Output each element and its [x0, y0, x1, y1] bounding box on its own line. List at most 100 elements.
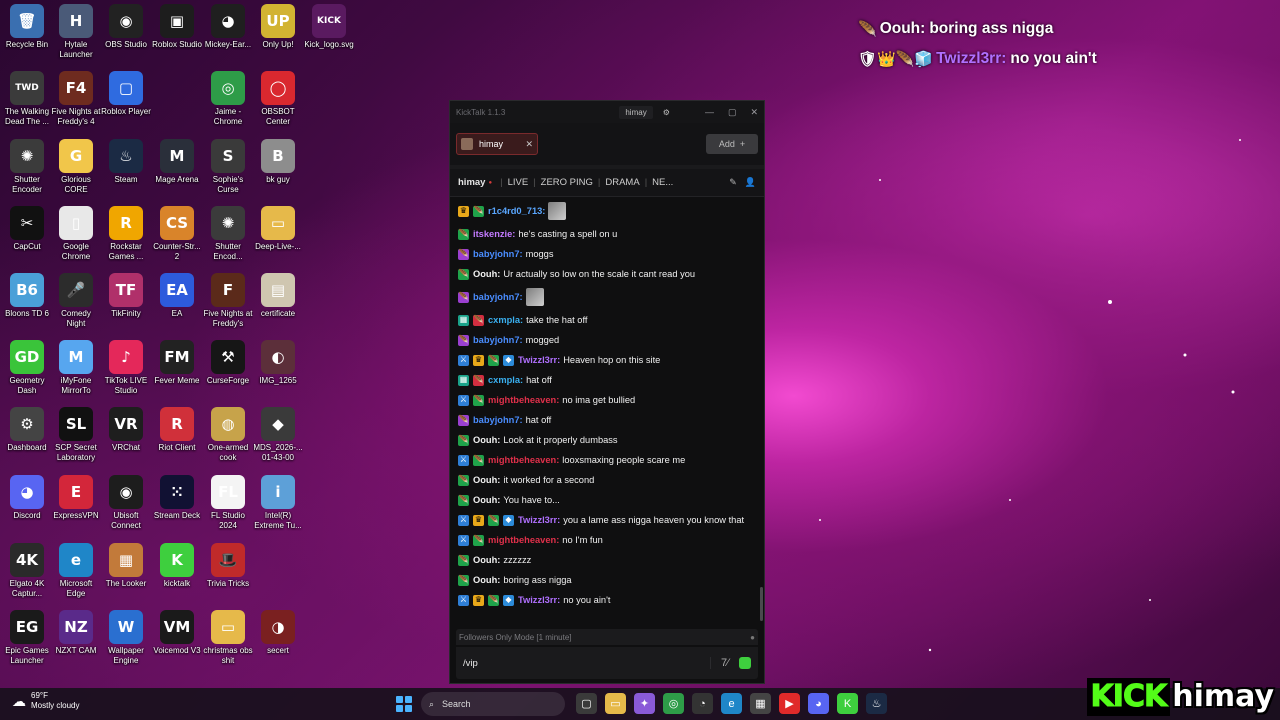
- chat-username[interactable]: babyjohn7:: [473, 414, 523, 426]
- cube-badge-icon[interactable]: ◆: [503, 514, 514, 526]
- desktop-icon[interactable]: ✺ Shutter Encoder: [2, 139, 52, 195]
- desktop-icon[interactable]: 4K Elgato 4K Captur...: [2, 543, 52, 599]
- chat-username[interactable]: itskenzie:: [473, 228, 515, 240]
- weather-widget[interactable]: ☁ 69°F Mostly cloudy: [12, 691, 79, 711]
- sub2-badge-icon[interactable]: 🪶: [458, 248, 469, 260]
- desktop-icon[interactable]: VR VRChat: [101, 407, 151, 453]
- chat-message[interactable]: ⚔ 🪶 mightbeheaven: no ima get bullied: [456, 390, 758, 410]
- close-tab-icon[interactable]: ✕: [525, 139, 533, 150]
- desktop-icon[interactable]: ▯ Google Chrome: [51, 206, 101, 262]
- sub2-badge-icon[interactable]: 🪶: [458, 334, 469, 346]
- taskbar-copilot-icon[interactable]: ✦: [634, 693, 655, 714]
- user-icon[interactable]: 👤: [745, 177, 756, 188]
- red-badge-icon[interactable]: 🪶: [473, 314, 484, 326]
- chat-message[interactable]: ⚔ ♛ 🪶 ◆ Twizzl3rr: no you ain't: [456, 590, 758, 610]
- taskbar-steam-icon[interactable]: ♨: [866, 693, 887, 714]
- taskbar-steam-helper-icon[interactable]: ◔: [692, 693, 713, 714]
- chat-message[interactable]: 🪶 babyjohn7: mogged: [456, 330, 758, 350]
- chat-username[interactable]: mightbeheaven:: [488, 534, 559, 546]
- desktop-icon[interactable]: ◎ Jaime - Chrome: [203, 71, 253, 127]
- taskbar-edge-icon[interactable]: e: [721, 693, 742, 714]
- minimize-icon[interactable]: —: [705, 107, 714, 118]
- sub-badge-icon[interactable]: 🪶: [473, 394, 484, 406]
- desktop-icon[interactable]: ♨ Steam: [101, 139, 151, 185]
- og-badge-icon[interactable]: ▦: [458, 314, 469, 326]
- chat-message[interactable]: ⚔ ♛ 🪶 ◆ Twizzl3rr: Heaven hop on this site: [456, 350, 758, 370]
- desktop-icon[interactable]: ▭ christmas obs shit: [203, 610, 253, 666]
- desktop-icon[interactable]: 🗑 Recycle Bin: [2, 4, 52, 50]
- desktop-icon[interactable]: F Five Nights at Freddy's: [203, 273, 253, 329]
- chat-username[interactable]: mightbeheaven:: [488, 454, 559, 466]
- desktop-icon[interactable]: i Intel(R) Extreme Tu...: [253, 475, 303, 531]
- sub2-badge-icon[interactable]: 🪶: [458, 291, 469, 303]
- desktop-icon[interactable]: R Rockstar Games ...: [101, 206, 151, 262]
- sub-badge-icon[interactable]: 🪶: [458, 494, 469, 506]
- taskbar-discord-icon[interactable]: ◕: [808, 693, 829, 714]
- vip-badge-icon[interactable]: ♛: [473, 514, 484, 526]
- chat-message[interactable]: ▦ 🪶 cxmpla: take the hat off: [456, 310, 758, 330]
- taskbar-task-view-icon[interactable]: ▢: [576, 693, 597, 714]
- taskbar-store-icon[interactable]: ▦: [750, 693, 771, 714]
- maximize-icon[interactable]: ▢: [728, 107, 737, 118]
- desktop-icon[interactable]: ▤ certificate: [253, 273, 303, 319]
- start-button[interactable]: [396, 696, 412, 712]
- chat-message[interactable]: 🪶 Oouh: Look at it properly dumbass: [456, 430, 758, 450]
- chat-message[interactable]: ♛ 🪶 r1c4rd0_713:: [456, 198, 758, 224]
- sub-badge-icon[interactable]: 🪶: [458, 228, 469, 240]
- sub-badge-icon[interactable]: 🪶: [488, 354, 499, 366]
- desktop-icon[interactable]: ♪ TikTok LIVE Studio: [101, 340, 151, 396]
- mod-badge-icon[interactable]: ⚔: [458, 534, 469, 546]
- sub-badge-icon[interactable]: 🪶: [473, 534, 484, 546]
- desktop-icon[interactable]: M Mage Arena: [152, 139, 202, 185]
- desktop-icon[interactable]: TWD The Walking Dead The ...: [2, 71, 52, 127]
- chat-username[interactable]: r1c4rd0_713:: [488, 205, 545, 217]
- desktop-icon[interactable]: FM Fever Meme: [152, 340, 202, 386]
- chat-message[interactable]: 🪶 Oouh: boring ass nigga: [456, 570, 758, 590]
- info-icon[interactable]: ●: [750, 633, 755, 642]
- chat-message[interactable]: 🪶 babyjohn7:: [456, 284, 758, 310]
- chat-message[interactable]: 🪶 Oouh: You have to...: [456, 490, 758, 510]
- chat-message[interactable]: 🪶 babyjohn7: moggs: [456, 244, 758, 264]
- mod-badge-icon[interactable]: ⚔: [458, 394, 469, 406]
- desktop-icon[interactable]: H Hytale Launcher: [51, 4, 101, 60]
- sub-badge-icon[interactable]: 🪶: [458, 554, 469, 566]
- og-badge-icon[interactable]: ▦: [458, 374, 469, 386]
- sub-badge-icon[interactable]: 🪶: [488, 514, 499, 526]
- desktop-icon[interactable]: ◕ Discord: [2, 475, 52, 521]
- chat-messages[interactable]: ♛ 🪶 r1c4rd0_713: 🪶 itskenzie: he's casting a …: [450, 198, 764, 626]
- mod-badge-icon[interactable]: ⚔: [458, 594, 469, 606]
- title-bar[interactable]: KickTalk 1.1.3 himay ⚙ — ▢ ✕: [450, 101, 764, 123]
- sub-badge-icon[interactable]: 🪶: [473, 454, 484, 466]
- chat-username[interactable]: Oouh:: [473, 494, 500, 506]
- chat-username[interactable]: babyjohn7:: [473, 334, 523, 346]
- desktop-icon[interactable]: W Wallpaper Engine: [101, 610, 151, 666]
- taskbar-file-explorer-icon[interactable]: ▭: [605, 693, 626, 714]
- desktop-icon[interactable]: 🎤 Comedy Night: [51, 273, 101, 329]
- cube-badge-icon[interactable]: ◆: [503, 594, 514, 606]
- desktop-icon[interactable]: ▦ The Looker: [101, 543, 151, 589]
- cube-badge-icon[interactable]: ◆: [503, 354, 514, 366]
- desktop-icon[interactable]: B6 Bloons TD 6: [2, 273, 52, 319]
- chat-username[interactable]: cxmpla:: [488, 314, 523, 326]
- taskbar-kicktalk-icon[interactable]: K: [837, 693, 858, 714]
- desktop-icon[interactable]: UP Only Up!: [253, 4, 303, 50]
- sub-badge-icon[interactable]: 🪶: [473, 205, 484, 217]
- sub2-badge-icon[interactable]: 🪶: [458, 414, 469, 426]
- chat-message[interactable]: ▦ 🪶 cxmpla: hat off: [456, 370, 758, 390]
- desktop-icon[interactable]: ▢ Roblox Player: [101, 71, 151, 117]
- chat-username[interactable]: Oouh:: [473, 574, 500, 586]
- sub-badge-icon[interactable]: 🪶: [458, 268, 469, 280]
- desktop-icon[interactable]: ◯ OBSBOT Center: [253, 71, 303, 127]
- chat-username[interactable]: Oouh:: [473, 474, 500, 486]
- desktop-icon[interactable]: SL SCP Secret Laboratory: [51, 407, 101, 463]
- chat-message[interactable]: 🪶 babyjohn7: hat off: [456, 410, 758, 430]
- desktop-icon[interactable]: E ExpressVPN: [51, 475, 101, 521]
- vip-badge-icon[interactable]: ♛: [473, 354, 484, 366]
- vip-badge-icon[interactable]: ♛: [458, 205, 469, 217]
- chat-username[interactable]: Twizzl3rr:: [518, 514, 560, 526]
- mod-badge-icon[interactable]: ⚔: [458, 514, 469, 526]
- 7tv-emote-icon[interactable]: 7⁄: [721, 657, 729, 669]
- chat-username[interactable]: Oouh:: [473, 434, 500, 446]
- desktop-icon[interactable]: ⁙ Stream Deck: [152, 475, 202, 521]
- title-user-button[interactable]: himay: [619, 105, 653, 119]
